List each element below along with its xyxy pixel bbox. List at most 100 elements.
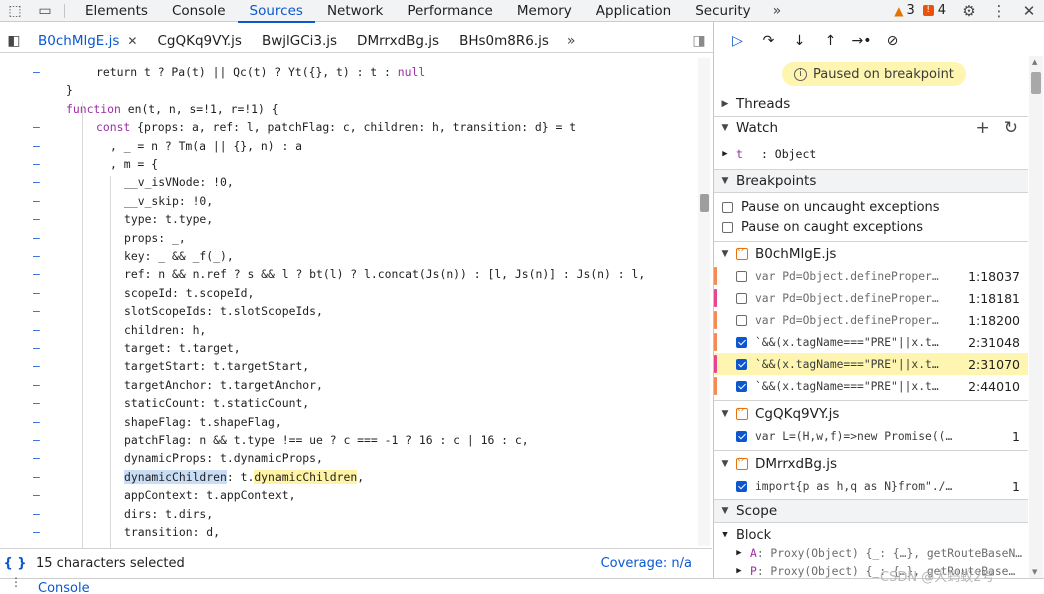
editor-scrollbar[interactable] — [698, 58, 710, 546]
gutter-marker[interactable]: – — [33, 229, 40, 247]
breakpoint-item[interactable]: var Pd=Object.defineProper… 1:18181 — [714, 287, 1028, 309]
gutter-marker[interactable]: – — [33, 265, 40, 283]
code-line[interactable]: – __v_skip: !0, — [0, 192, 700, 210]
scroll-up-icon[interactable]: ▲ — [1032, 58, 1037, 66]
breakpoint-location[interactable]: 2:44010 — [968, 379, 1020, 394]
gutter-marker[interactable]: – — [33, 486, 40, 504]
code-editor[interactable]: – return t ? Pa(t) || Qc(t) ? Yt({}, t) :… — [0, 54, 712, 548]
file-tab-dmrrxdbg[interactable]: DMrrxdBg.js — [347, 29, 449, 53]
code-line[interactable]: – , m = { — [0, 155, 700, 173]
code-line[interactable]: – type: t.type, — [0, 210, 700, 228]
step-icon[interactable]: →• — [846, 33, 877, 49]
tab-console[interactable]: Console — [160, 0, 238, 22]
tab-security[interactable]: Security — [683, 0, 762, 22]
scroll-down-icon[interactable]: ▼ — [1032, 568, 1037, 576]
pause-caught-option[interactable]: Pause on caught exceptions — [722, 217, 923, 237]
gutter-marker[interactable]: – — [33, 247, 40, 265]
code-line[interactable]: – dirs: t.dirs, — [0, 505, 700, 523]
tab-performance[interactable]: Performance — [395, 0, 505, 22]
code-line[interactable]: – , _ = n ? Tm(a || {}, n) : a — [0, 137, 700, 155]
breakpoint-checkbox[interactable] — [736, 480, 747, 492]
gutter-marker[interactable]: – — [33, 192, 40, 210]
file-tab-b0chmlge[interactable]: B0chMlgE.js ✕ — [28, 29, 147, 53]
code-line[interactable]: – target: t.target, — [0, 339, 700, 357]
breakpoint-checkbox[interactable] — [736, 380, 747, 392]
threads-section-header[interactable]: ▶ Threads — [714, 93, 1028, 115]
code-line[interactable]: – ref: n && n.ref ? s && l ? bt(l) ? l.co… — [0, 265, 700, 283]
tab-application[interactable]: Application — [584, 0, 683, 22]
code-line[interactable]: – targetAnchor: t.targetAnchor, — [0, 376, 700, 394]
breakpoint-item[interactable]: import{p as h,q as N}from"./B0c… 1 — [714, 475, 1028, 497]
gutter-marker[interactable]: – — [33, 210, 40, 228]
breakpoint-item[interactable]: `&&(x.tagName==="PRE"||x.t… 2:31048 — [714, 331, 1028, 353]
breakpoint-checkbox[interactable] — [736, 314, 747, 326]
gutter-marker[interactable]: – — [33, 321, 40, 339]
gutter-marker[interactable]: – — [33, 376, 40, 394]
drawer-tab-console[interactable]: Console — [38, 581, 90, 594]
code-line[interactable]: – staticCount: t.staticCount, — [0, 394, 700, 412]
code-line[interactable]: – props: _, — [0, 229, 700, 247]
gutter-marker[interactable]: – — [33, 118, 40, 136]
code-line[interactable]: – dynamicProps: t.dynamicProps, — [0, 449, 700, 467]
watch-item[interactable]: ▶ t : Object — [714, 144, 816, 164]
code-line[interactable]: – dynamicChildren: t.dynamicChildren, — [0, 468, 700, 486]
gutter-marker[interactable]: – — [33, 523, 40, 541]
pause-uncaught-option[interactable]: Pause on uncaught exceptions — [722, 197, 940, 217]
breakpoint-file-header[interactable]: ▼ CgQKq9VY.js — [714, 403, 840, 425]
gutter-marker[interactable]: – — [33, 63, 40, 81]
close-tab-icon[interactable]: ✕ — [127, 34, 137, 48]
code-line[interactable]: – patchFlag: n && t.type !== ue ? c === -… — [0, 431, 700, 449]
gutter-marker[interactable]: – — [33, 505, 40, 523]
code-line[interactable]: – targetStart: t.targetStart, — [0, 357, 700, 375]
drawer-menu-icon[interactable]: ⋮ — [10, 575, 22, 589]
deactivate-breakpoints-icon[interactable]: ⊘ — [877, 33, 908, 49]
tab-memory[interactable]: Memory — [505, 0, 584, 22]
chevron-down-icon[interactable]: ▼ — [714, 530, 736, 540]
editor-scrollbar-thumb[interactable] — [700, 194, 709, 212]
tab-network[interactable]: Network — [315, 0, 395, 22]
watch-section-header[interactable]: ▼ Watch + ↻ — [714, 117, 1028, 139]
chevron-right-icon[interactable]: ▶ — [728, 566, 750, 576]
breakpoints-section-header[interactable]: ▼ Breakpoints — [714, 170, 1028, 192]
code-line[interactable]: – children: h, — [0, 321, 700, 339]
file-tab-bhs0m8r6[interactable]: BHs0m8R6.js — [449, 29, 559, 53]
code-line[interactable]: – transition: d, — [0, 523, 700, 541]
gutter-marker[interactable]: – — [33, 155, 40, 173]
code-line[interactable]: – const {props: a, ref: l, patchFlag: c, … — [0, 118, 700, 136]
step-over-icon[interactable]: ↷ — [753, 33, 784, 49]
code-line[interactable]: – appContext: t.appContext, — [0, 486, 700, 504]
gutter-marker[interactable]: – — [33, 173, 40, 191]
kebab-menu-icon[interactable]: ⋮ — [984, 2, 1014, 20]
code-line[interactable]: – return t ? Pa(t) || Qc(t) ? Yt({}, t) :… — [0, 63, 700, 81]
sidebar-scrollbar-thumb[interactable] — [1031, 72, 1041, 94]
breakpoint-location[interactable]: 2:31048 — [968, 335, 1020, 350]
gutter-marker[interactable]: – — [33, 302, 40, 320]
breakpoint-file-header[interactable]: ▼ DMrrxdBg.js — [714, 453, 837, 475]
refresh-icon[interactable]: ↻ — [1004, 118, 1018, 138]
more-files-icon[interactable]: » — [559, 33, 584, 49]
pause-caught-checkbox[interactable] — [722, 221, 733, 233]
gutter-marker[interactable]: – — [33, 394, 40, 412]
gutter-marker[interactable]: – — [33, 431, 40, 449]
gutter-marker[interactable]: – — [33, 413, 40, 431]
sidebar-scrollbar[interactable]: ▲ ▼ — [1029, 56, 1043, 578]
gutter-marker[interactable]: – — [33, 339, 40, 357]
chevron-right-icon[interactable]: ▶ — [728, 548, 750, 558]
code-line[interactable]: – shapeFlag: t.shapeFlag, — [0, 413, 700, 431]
breakpoint-location[interactable]: 1:18037 — [968, 269, 1020, 284]
code-line[interactable]: – key: _ && _f(_), — [0, 247, 700, 265]
gear-icon[interactable]: ⚙ — [954, 2, 984, 20]
gutter-marker[interactable]: – — [33, 357, 40, 375]
breakpoint-location[interactable]: 2:31070 — [968, 357, 1020, 372]
device-toolbar-icon[interactable]: ▭ — [30, 0, 60, 22]
toggle-debugger-icon[interactable]: ◨ — [685, 33, 713, 49]
breakpoint-location[interactable]: 1 — [1012, 429, 1020, 444]
scope-block-row[interactable]: ▼ Block — [714, 526, 771, 544]
breakpoint-location[interactable]: 1:18181 — [968, 291, 1020, 306]
file-tab-cgqkq9vy[interactable]: CgQKq9VY.js — [147, 29, 251, 53]
more-tabs-icon[interactable]: » — [763, 3, 792, 19]
step-out-icon[interactable]: ↑ — [815, 33, 846, 49]
scope-variable-row[interactable]: ▶ A : Proxy(Object) {_: {…}, getRouteBas… — [728, 544, 1022, 562]
errors-badge[interactable]: ! 4 — [922, 3, 946, 18]
resume-icon[interactable]: ▷ — [722, 33, 753, 49]
